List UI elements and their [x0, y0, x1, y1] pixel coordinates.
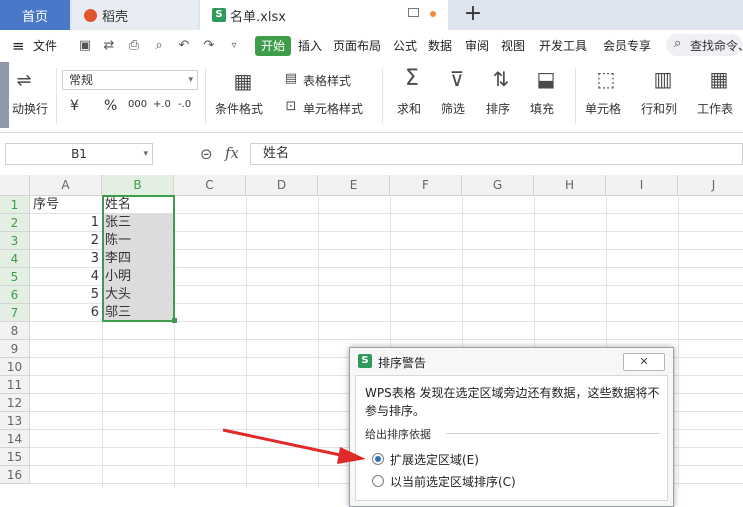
- annotation-arrow: [222, 428, 366, 464]
